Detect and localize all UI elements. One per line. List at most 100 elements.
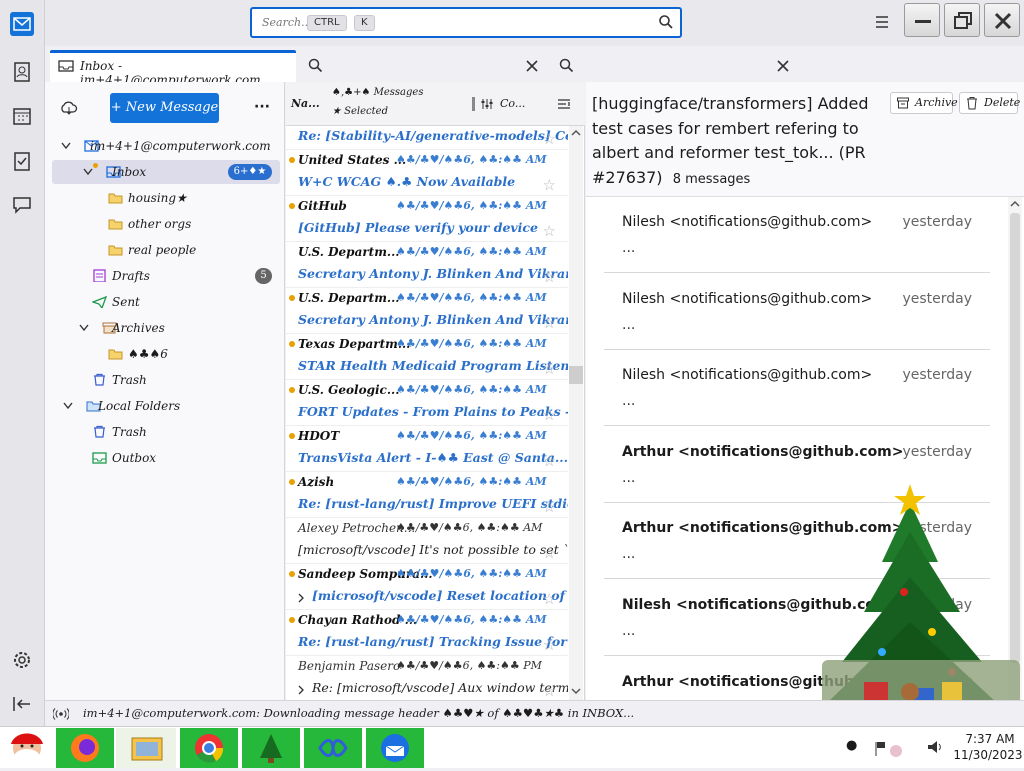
message-date: ♠♣/♣♥/♠♣6, ♠♣:♠♣ AM (396, 613, 547, 626)
settings-gear-icon[interactable] (10, 648, 34, 672)
star-icon[interactable]: ☆ (543, 682, 556, 700)
clock-date[interactable]: 11/30/2023 (952, 748, 1024, 762)
taskbar-firefox[interactable] (56, 728, 114, 768)
message-row[interactable]: U.S. Geologic... ♠♣/♣♥/♠♣6, ♠♣:♠♣ AM FORT … (286, 380, 568, 426)
star-icon[interactable]: ☆ (543, 452, 556, 470)
thread-from: Nilesh <notifications@github.com> (622, 290, 873, 307)
delete-button[interactable]: Delete (959, 92, 1020, 114)
search-icon[interactable] (658, 14, 674, 30)
message-row[interactable]: Texas Departm... ♠♣/♣♥/♠♣6, ♠♣:♠♣ AM STAR … (286, 334, 568, 380)
thread-expand-icon[interactable] (296, 592, 306, 604)
folder-folder-4[interactable]: real people (52, 238, 280, 262)
thread-message-card[interactable]: Nilesh <notifications@github.com> yesterd… (604, 274, 990, 350)
folder-outbox-12[interactable]: Outbox (52, 446, 280, 470)
expand-chevron-icon[interactable] (82, 167, 94, 177)
collapse-sidebar-icon[interactable] (10, 692, 34, 716)
message-row[interactable]: Benjamin Pasero ♠♣/♣♥/♠♣6, ♠♣:♠♣ PM Re: [m… (286, 656, 568, 700)
tasks-icon[interactable] (10, 149, 34, 173)
expand-chevron-icon[interactable] (62, 401, 74, 411)
tray-dot-icon[interactable]: ● (846, 738, 857, 753)
star-icon[interactable]: ☆ (543, 130, 556, 148)
app-menu-icon[interactable] (874, 14, 890, 30)
archive-button[interactable]: Archive (890, 92, 958, 114)
close-find-icon[interactable] (776, 59, 790, 73)
star-icon[interactable]: ☆ (543, 222, 556, 240)
new-message-button[interactable]: + New Message (110, 93, 219, 123)
unread-badge: 5 (255, 268, 272, 284)
folder-folder-8[interactable]: ♠♣♠6 (52, 342, 280, 366)
folder-inbox-1[interactable]: Inbox 6+♦★ (52, 160, 280, 184)
message-row[interactable]: United States ... ♠♣/♣♥/♠♣6, ♠♣:♠♣ AM W+C … (286, 150, 568, 196)
network-flag-icon[interactable] (874, 740, 904, 758)
online-status-icon[interactable] (53, 707, 69, 721)
folder-folder-3[interactable]: other orgs (52, 212, 280, 236)
message-row[interactable]: Azish ♠♣/♣♥/♠♣6, ♠♣:♠♣ AM Re: [rust-lang/r… (286, 472, 568, 518)
column-correspondents[interactable]: Co... (500, 97, 525, 110)
minimize-button[interactable] (904, 3, 940, 37)
volume-icon[interactable] (926, 738, 944, 756)
message-row[interactable]: GitHub ♠♣/♣♥/♠♣6, ♠♣:♠♣ AM [GitHub] Please… (286, 196, 568, 242)
reader-scroll-up-icon[interactable] (1008, 197, 1022, 211)
folder-trash-9[interactable]: Trash (52, 368, 280, 392)
folder-icon (108, 349, 123, 360)
star-icon[interactable]: ☆ (543, 498, 556, 516)
quick-filter-search-icon[interactable] (308, 58, 323, 73)
folder-trash-11[interactable]: Trash (52, 420, 280, 444)
thread-message-card[interactable]: Nilesh <notifications@github.com> yesterd… (604, 350, 990, 427)
get-messages-icon[interactable] (60, 100, 78, 116)
scrollbar-thumb[interactable] (569, 366, 583, 384)
star-icon[interactable]: ☆ (543, 314, 556, 332)
message-row[interactable]: Alexey Petrochen... ♠♣/♣♥/♠♣6, ♠♣:♠♣ AM [m… (286, 518, 568, 564)
star-icon[interactable]: ☆ (543, 360, 556, 378)
calendar-icon[interactable] (10, 104, 34, 128)
star-icon[interactable]: ☆ (543, 406, 556, 424)
star-icon[interactable]: ☆ (543, 544, 556, 562)
restore-button[interactable] (944, 3, 980, 37)
star-icon[interactable]: ☆ (543, 268, 556, 286)
message-list-scrollbar[interactable] (569, 126, 583, 700)
find-in-message-icon[interactable] (559, 58, 574, 73)
thread-expand-icon[interactable] (296, 684, 306, 696)
folder-archive-7[interactable]: Archives (52, 316, 280, 340)
clear-filter-icon[interactable] (525, 59, 539, 73)
global-search-box[interactable]: Search... CTRL K (250, 7, 682, 38)
scroll-down-icon[interactable] (569, 684, 583, 698)
scroll-up-icon[interactable] (569, 126, 583, 140)
mail-icon[interactable] (10, 12, 34, 36)
message-row[interactable]: U.S. Departm... ♠♣/♣♥/♠♣6, ♠♣:♠♣ AM Secret… (286, 242, 568, 288)
star-icon[interactable]: ☆ (543, 590, 556, 608)
column-settings-icon[interactable] (480, 97, 494, 111)
address-book-icon[interactable] (10, 60, 34, 84)
search-placeholder: Search... (262, 16, 312, 29)
start-button[interactable] (2, 728, 52, 768)
taskbar-vscode[interactable] (304, 728, 362, 768)
tab-inbox[interactable]: Inbox - im+4+1@computerwork.com (50, 50, 296, 87)
message-row[interactable]: U.S. Departm... ♠♣/♣♥/♠♣6, ♠♣:♠♣ AM Secret… (286, 288, 568, 334)
taskbar-file-explorer[interactable] (116, 728, 176, 768)
expand-chevron-icon[interactable] (60, 141, 72, 151)
folder-pane-menu-icon[interactable]: ··· (254, 99, 270, 115)
folder-sent-6[interactable]: Sent (52, 290, 280, 314)
taskbar-thunderbird[interactable] (366, 728, 424, 768)
close-window-button[interactable] (984, 3, 1020, 37)
message-list[interactable]: Re: [Stability-AI/generative-models] Co.… (286, 126, 568, 700)
folder-folder-2[interactable]: housing★ (52, 186, 280, 210)
column-name[interactable]: Na... (291, 97, 320, 110)
list-display-options-icon[interactable] (557, 97, 571, 111)
expand-chevron-icon[interactable] (78, 323, 90, 333)
folder-drafts-5[interactable]: Drafts 5 (52, 264, 280, 288)
taskbar-chrome[interactable] (180, 728, 238, 768)
message-row[interactable]: Chayan Rathod ... ♠♣/♣♥/♠♣6, ♠♣:♠♣ AM Re: … (286, 610, 568, 656)
star-icon[interactable]: ☆ (543, 176, 556, 194)
message-row[interactable]: HDOT ♠♣/♣♥/♠♣6, ♠♣:♠♣ AM TransVista Alert … (286, 426, 568, 472)
star-icon[interactable]: ☆ (543, 636, 556, 654)
taskbar-christmas-tree-app[interactable] (242, 728, 300, 768)
message-row[interactable]: Sandeep Sompura... ♠♣/♣♥/♠♣6, ♠♣:♠♣ AM [mi… (286, 564, 568, 610)
chat-icon[interactable] (10, 193, 34, 217)
thread-from: Nilesh <notifications@github.com> (622, 367, 873, 384)
folder-local-folders-10[interactable]: Local Folders (52, 394, 280, 418)
thread-message-card[interactable]: Nilesh <notifications@github.com> yesterd… (604, 197, 990, 273)
message-row[interactable]: Re: [Stability-AI/generative-models] Co.… (286, 126, 568, 150)
folder-account-0[interactable]: im+4+1@computerwork.com (52, 134, 280, 158)
clock-time[interactable]: 7:37 AM (956, 732, 1024, 746)
